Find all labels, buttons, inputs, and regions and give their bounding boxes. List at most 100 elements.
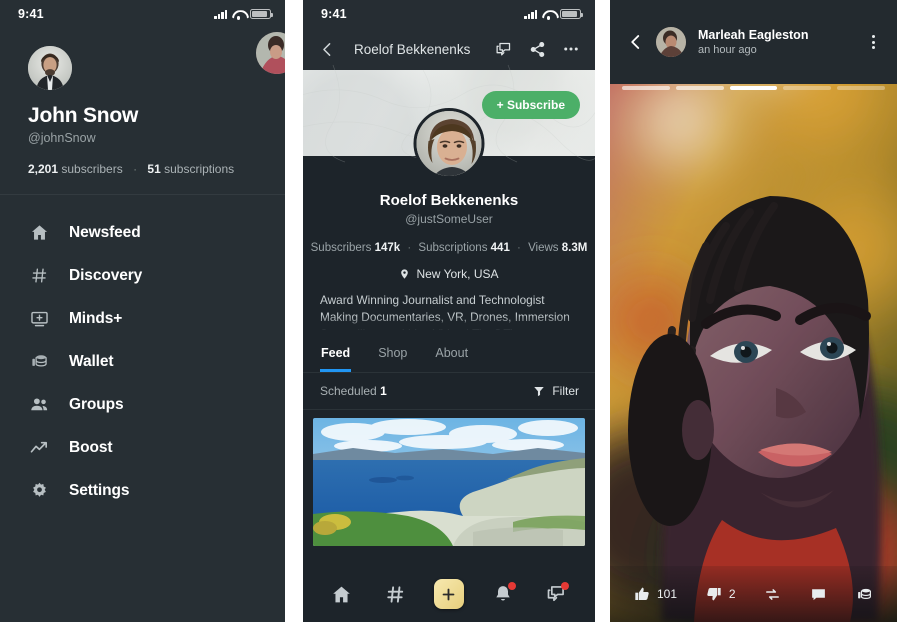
sidebar-status-bar: 9:41 [0,0,285,28]
signal-bars-icon [524,9,537,20]
stats-separator: · [133,162,138,176]
thumbs-up-icon [634,586,650,602]
tab-feed[interactable]: Feed [320,338,352,372]
notification-badge [507,582,516,590]
story-progress [622,86,885,90]
more-vertical-icon[interactable] [863,31,883,53]
profile-status-bar: 9:41 [303,0,595,28]
scheduled-count: 1 [380,384,387,398]
sidebar-item-groups[interactable]: Groups [0,383,285,426]
story-progress-segment[interactable] [783,86,832,90]
sidebar-handle: @johnSnow [28,131,96,145]
coins-icon [28,351,50,373]
scheduled-row: Scheduled 1 Filter [303,373,595,410]
status-icons [214,8,274,20]
filter-label: Filter [552,384,579,398]
subscribe-button[interactable]: + Subscribe [481,91,580,119]
scheduled-info[interactable]: Scheduled 1 [320,384,387,398]
more-horizontal-icon[interactable] [559,37,583,61]
wifi-icon [542,9,555,20]
story-progress-segment[interactable] [837,86,885,90]
subscribers-value: 147k [374,242,401,254]
subscribers-label: subscribers [61,162,123,176]
battery-icon [560,8,584,20]
profile-location-text: New York, USA [416,267,499,281]
thumbs-down-count: 2 [728,587,736,601]
profile-topbar-title: Roelof Bekkenenks [354,41,471,57]
thumbs-up-count: 101 [657,587,678,601]
avatar[interactable] [656,27,686,57]
thumbs-up-button[interactable]: 101 [634,586,677,602]
scheduled-label: Scheduled [320,384,377,398]
nav-notifications-button[interactable] [486,577,520,611]
nav-messages-button[interactable] [539,577,573,611]
sidebar-item-newsfeed[interactable]: Newsfeed [0,211,285,254]
subscriptions-label: subscriptions [164,162,235,176]
profile-handle: @justSomeUser [405,212,493,226]
story-progress-segment[interactable] [729,86,778,90]
profile-panel: 9:41 Roelof Bekkenenks + Subscribe Roelo… [303,0,595,622]
people-icon [28,394,50,416]
sidebar-item-wallet[interactable]: Wallet [0,340,285,383]
subscribers-count: 2,201 [28,162,59,176]
story-action-bar: 101 2 [610,566,897,622]
story-meta: Marleah Eagleston an hour ago [696,28,853,56]
sidebar-item-discovery[interactable]: Discovery [0,254,285,297]
share-icon[interactable] [525,37,549,61]
views-label: Views [528,242,559,254]
nav-compose-button[interactable] [432,577,466,611]
comment-icon [810,586,827,603]
sidebar-stats: 2,201 subscribers · 51 subscriptions [28,162,285,176]
chat-bubbles-icon[interactable] [491,37,515,61]
signal-bars-icon [214,9,227,20]
home-icon [28,222,50,244]
avatar[interactable] [28,46,72,90]
repost-icon [764,586,781,603]
story-header: Marleah Eagleston an hour ago [610,0,897,84]
battery-icon [250,8,274,20]
gear-icon [28,480,50,502]
sidebar-item-label: Minds+ [69,309,123,327]
thumbs-down-button[interactable]: 2 [706,586,736,602]
counts-separator: · [517,242,521,254]
hash-icon [28,265,50,287]
post-image[interactable] [313,418,585,546]
sidebar-item-boost[interactable]: Boost [0,426,285,469]
status-clock: 9:41 [18,7,44,21]
tab-about[interactable]: About [434,338,469,372]
plus-card-icon [28,308,50,330]
screenshot-root: 9:41 John Snow @johnSnow 2,201 subscribe… [0,0,897,622]
nav-home-button[interactable] [325,577,359,611]
story-timestamp: an hour ago [698,44,757,56]
sidebar-item-minds-plus[interactable]: Minds+ [0,297,285,340]
counts-separator: · [407,242,412,254]
comment-button[interactable] [810,586,827,603]
trending-up-icon [28,437,50,459]
subscribers-label: Subscribers [310,242,372,254]
tab-shop[interactable]: Shop [377,338,408,372]
status-clock: 9:41 [321,7,347,21]
profile-counts: Subscribers 147k · Subscriptions 441 · V… [303,242,595,254]
back-icon[interactable] [626,32,646,52]
sidebar-item-settings[interactable]: Settings [0,469,285,512]
sidebar-item-label: Newsfeed [69,223,141,241]
back-icon[interactable] [316,38,338,60]
profile-tabs: Feed Shop About [303,338,595,373]
story-photo[interactable] [610,0,897,622]
sidebar-item-label: Groups [69,395,124,413]
story-progress-segment[interactable] [622,86,670,90]
remind-button[interactable] [764,586,781,603]
sidebar-item-label: Wallet [69,352,114,370]
story-progress-segment[interactable] [675,86,724,90]
filter-button[interactable]: Filter [533,384,579,398]
avatar[interactable] [413,108,485,179]
nav-discovery-button[interactable] [378,577,412,611]
profile-bio: Award Winning Journalist and Technologis… [320,293,570,330]
funnel-icon [533,385,545,397]
sidebar-item-label: Boost [69,438,113,456]
bottom-nav [303,566,595,622]
wallet-button[interactable] [856,586,873,603]
subscriptions-count: 51 [147,162,161,176]
sidebar-panel: 9:41 John Snow @johnSnow 2,201 subscribe… [0,0,285,622]
map-pin-icon [399,267,410,281]
